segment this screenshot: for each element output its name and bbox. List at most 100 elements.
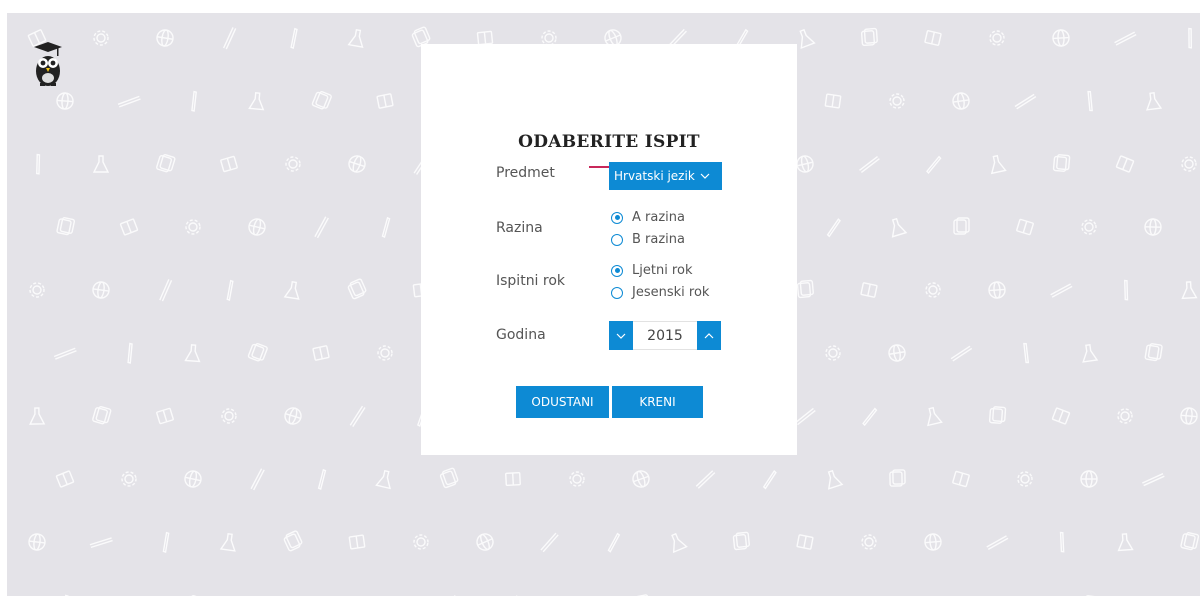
gear-icon: [221, 408, 237, 424]
flask-icon: [347, 28, 364, 48]
year-input[interactable]: 2015: [633, 321, 697, 350]
book-icon: [220, 155, 238, 173]
subject-label: Predmet: [496, 165, 555, 181]
books-stack-icon: [283, 530, 303, 552]
book-icon: [860, 282, 878, 298]
book-icon: [119, 218, 139, 236]
term-label: Ispitni rok: [496, 273, 566, 289]
pencil-icon: [159, 279, 173, 302]
pen-icon: [1023, 342, 1030, 364]
globe-icon: [156, 29, 174, 47]
book-icon: [376, 93, 394, 109]
globe-icon: [348, 155, 366, 173]
globe-icon: [632, 470, 650, 488]
pen-icon: [762, 470, 777, 490]
flask-icon: [799, 28, 816, 50]
radio-checked-icon[interactable]: [611, 264, 623, 277]
level-option-b-label: B razina: [632, 232, 686, 247]
globe-icon: [248, 218, 266, 236]
book-icon: [156, 407, 174, 425]
pen-icon: [381, 216, 391, 239]
globe-icon: [184, 470, 202, 488]
cancel-button[interactable]: ODUSTANI: [516, 386, 609, 418]
gear-icon: [121, 471, 137, 487]
level-option-b[interactable]: B razina: [611, 232, 685, 247]
pencil-icon: [1014, 93, 1037, 110]
pen-icon: [1124, 279, 1129, 301]
books-stack-icon: [953, 217, 970, 235]
flask-icon: [827, 469, 844, 490]
pencil-icon: [117, 95, 141, 108]
pencil-icon: [1142, 473, 1165, 487]
dialog-title: ODABERITE ISPIT: [518, 132, 700, 152]
term-option-summer-label: Ljetni rok: [632, 263, 693, 278]
pencil-icon: [1114, 31, 1137, 46]
books-stack-icon: [732, 531, 750, 551]
subject-dropdown[interactable]: Hrvatski jezik: [609, 162, 722, 190]
pencil-icon: [222, 27, 237, 50]
radio-unchecked-icon[interactable]: [611, 286, 623, 299]
pen-icon: [1059, 531, 1065, 553]
books-stack-icon: [56, 217, 76, 236]
pencil-icon: [695, 470, 716, 489]
pencil-icon: [986, 535, 1009, 550]
flask-icon: [283, 280, 300, 300]
globe-icon: [476, 533, 494, 551]
radio-checked-icon[interactable]: [611, 211, 623, 224]
flask-icon: [1117, 533, 1134, 552]
book-icon: [312, 345, 330, 361]
gear-icon: [185, 219, 201, 235]
book-icon: [924, 30, 942, 46]
globe-icon: [1080, 470, 1098, 488]
pen-icon: [226, 279, 234, 301]
flask-icon: [1145, 92, 1163, 111]
globe-icon: [1180, 407, 1198, 425]
gear-icon: [989, 30, 1005, 46]
flask-icon: [219, 533, 236, 552]
year-increment-button[interactable]: [697, 321, 721, 350]
pencil-icon: [89, 537, 113, 549]
year-decrement-button[interactable]: [609, 321, 633, 350]
books-stack-icon: [796, 279, 814, 299]
pencil-icon: [53, 347, 77, 360]
pen-icon: [926, 155, 942, 175]
pen-icon: [162, 531, 170, 553]
pen-icon: [317, 468, 327, 491]
chevron-up-icon: [704, 332, 714, 338]
gear-icon: [1181, 156, 1197, 172]
go-button[interactable]: KRENI: [612, 386, 703, 418]
term-option-summer[interactable]: Ljetni rok: [611, 263, 692, 278]
term-option-autumn-label: Jesenski rok: [632, 285, 710, 300]
gear-icon: [1017, 471, 1033, 487]
flask-icon: [990, 154, 1007, 175]
radio-unchecked-icon[interactable]: [611, 233, 623, 246]
books-stack-icon: [1144, 343, 1163, 362]
subject-selected-value: Hrvatski jezik: [614, 169, 695, 183]
book-icon: [476, 30, 494, 46]
term-option-autumn[interactable]: Jesenski rok: [611, 285, 709, 300]
flask-icon: [891, 217, 908, 238]
globe-icon: [888, 344, 906, 362]
globe-icon: [56, 92, 74, 110]
pen-icon: [127, 342, 133, 364]
owl-graduate-logo-icon: [34, 42, 62, 86]
books-stack-icon: [889, 469, 906, 487]
globe-icon: [28, 533, 46, 551]
pencil-icon: [540, 532, 559, 553]
flask-icon: [1082, 344, 1099, 363]
globe-icon: [1052, 29, 1070, 47]
flask-icon: [375, 469, 391, 490]
books-stack-icon: [1180, 532, 1200, 551]
gear-icon: [29, 282, 45, 298]
gear-icon: [285, 156, 301, 172]
flask-icon: [671, 532, 688, 554]
pen-icon: [191, 90, 197, 112]
gear-icon: [925, 282, 941, 298]
gear-icon: [413, 534, 429, 550]
level-option-a[interactable]: A razina: [611, 210, 685, 225]
pencil-icon: [314, 216, 329, 239]
book-icon: [1051, 407, 1071, 425]
globe-icon: [952, 92, 970, 110]
pen-icon: [290, 27, 298, 49]
exam-selection-dialog: ODABERITE ISPIT Predmet Hrvatski jezik R…: [421, 44, 797, 455]
